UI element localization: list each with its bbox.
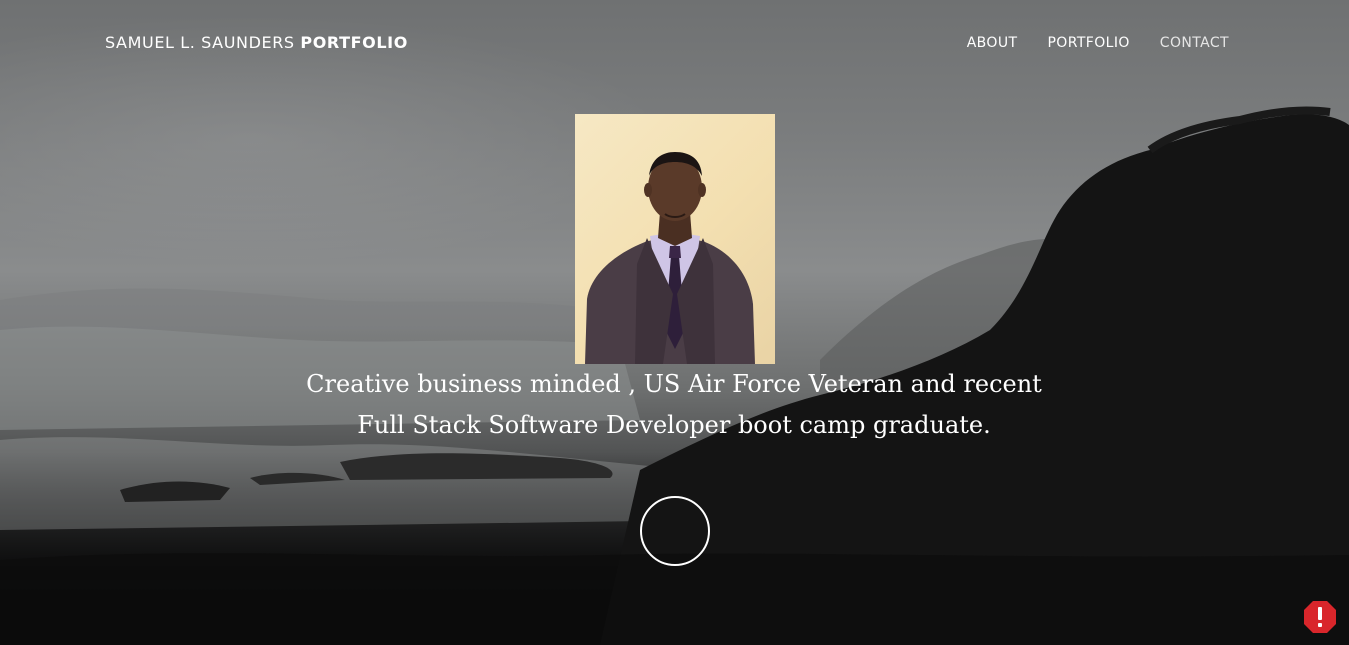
nav-link-contact[interactable]: CONTACT (1160, 35, 1229, 51)
tagline-line-1: Creative business minded , US Air Force … (306, 370, 1042, 398)
top-navbar: SAMUEL L. SAUNDERS PORTFOLIO ABOUT PORTF… (0, 0, 1349, 90)
tagline-line-2: Full Stack Software Developer boot camp … (357, 411, 991, 439)
nav-link-about[interactable]: ABOUT (967, 35, 1018, 51)
profile-portrait-image (585, 152, 755, 364)
brand-logo-link[interactable]: SAMUEL L. SAUNDERS PORTFOLIO (105, 33, 408, 52)
profile-photo (575, 114, 775, 364)
brand-name: SAMUEL L. SAUNDERS (105, 33, 295, 52)
hero-section: SAMUEL L. SAUNDERS PORTFOLIO ABOUT PORTF… (0, 0, 1349, 645)
error-badge-button[interactable] (1303, 600, 1337, 634)
brand-portfolio-label: PORTFOLIO (300, 33, 408, 52)
nav-links: ABOUT PORTFOLIO CONTACT (967, 35, 1229, 51)
scroll-down-button[interactable] (640, 496, 710, 566)
nav-link-portfolio[interactable]: PORTFOLIO (1047, 35, 1129, 51)
error-badge-icon (1304, 601, 1336, 633)
hero-tagline: Creative business minded , US Air Force … (274, 364, 1074, 446)
